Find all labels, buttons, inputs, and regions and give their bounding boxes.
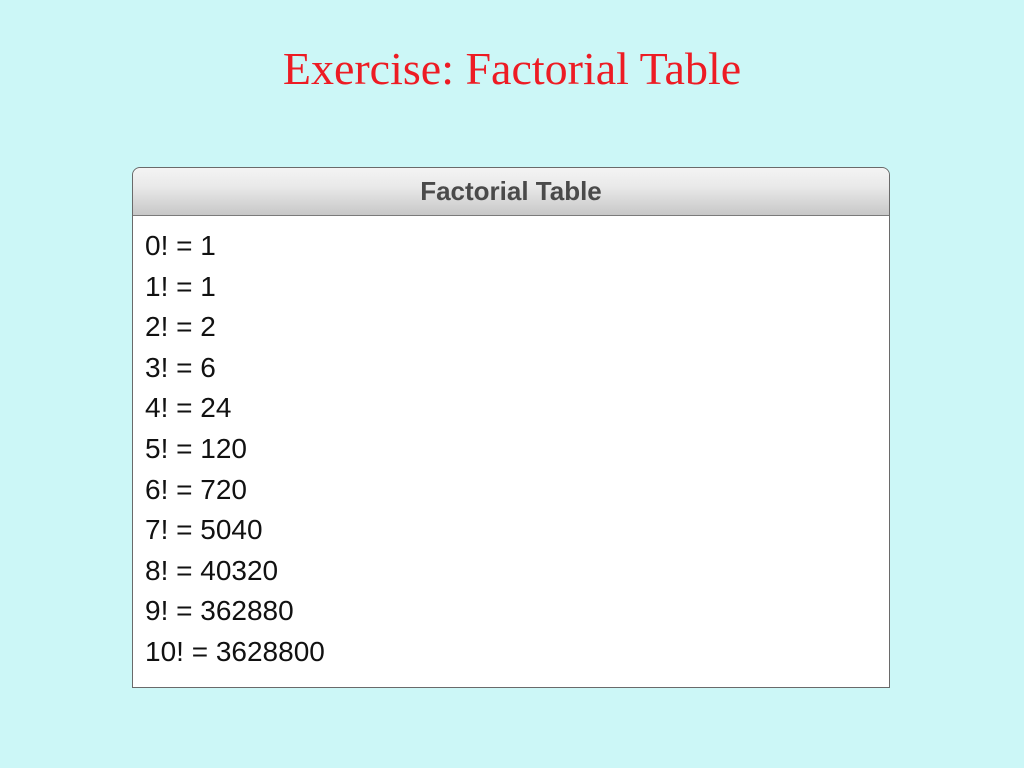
output-row: 8! = 40320	[145, 551, 877, 592]
output-row: 1! = 1	[145, 267, 877, 308]
window-content: 0! = 1 1! = 1 2! = 2 3! = 6 4! = 24 5! =…	[133, 216, 889, 687]
output-row: 7! = 5040	[145, 510, 877, 551]
window-title: Factorial Table	[420, 176, 602, 207]
window-titlebar: Factorial Table	[133, 168, 889, 216]
output-row: 10! = 3628800	[145, 632, 877, 673]
slide-title: Exercise: Factorial Table	[0, 0, 1024, 105]
output-row: 3! = 6	[145, 348, 877, 389]
output-row: 4! = 24	[145, 388, 877, 429]
output-row: 6! = 720	[145, 470, 877, 511]
output-row: 5! = 120	[145, 429, 877, 470]
output-row: 2! = 2	[145, 307, 877, 348]
output-row: 0! = 1	[145, 226, 877, 267]
output-row: 9! = 362880	[145, 591, 877, 632]
app-window: Factorial Table 0! = 1 1! = 1 2! = 2 3! …	[132, 167, 890, 688]
